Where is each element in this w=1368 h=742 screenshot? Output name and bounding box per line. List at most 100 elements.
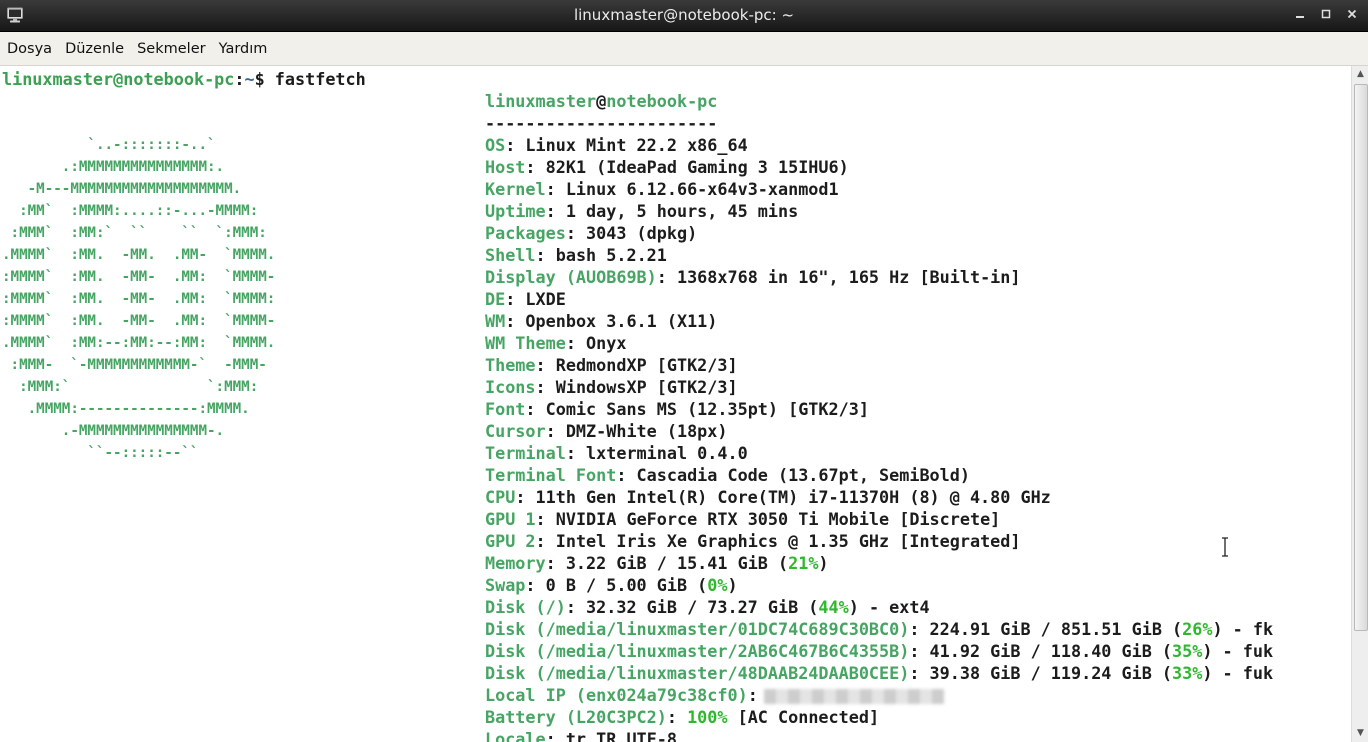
menu-yardim[interactable]: Yardım (212, 41, 274, 57)
info-header-host: notebook-pc (606, 91, 718, 111)
menu-sekmeler[interactable]: Sekmeler (130, 41, 211, 57)
scrollbar-thumb[interactable] (1354, 84, 1368, 631)
window-titlebar[interactable]: linuxmaster@notebook-pc: ~ (0, 0, 1368, 32)
info-value: : 82K1 (IdeaPad Gaming 3 15IHU6) (525, 157, 849, 177)
scroll-down-arrow-icon[interactable]: ▼ (1352, 725, 1368, 742)
info-row: Disk (/media/linuxmaster/48DAAB24DAAB0CE… (485, 662, 1273, 684)
fastfetch-info: linuxmaster@notebook-pc ----------------… (485, 90, 1273, 742)
info-row: WM: Openbox 3.6.1 (X11) (485, 310, 1273, 332)
info-value-tail: ) - fuk (1202, 641, 1274, 661)
terminal-output[interactable]: linuxmaster@notebook-pc:~$ fastfetch `..… (0, 66, 1351, 742)
info-key: Battery (L20C3PC2) (485, 707, 667, 727)
info-row: Local IP (enx024a79c38cf0): (485, 684, 1273, 706)
info-row: Theme: RedmondXP [GTK2/3] (485, 354, 1273, 376)
menu-dosya[interactable]: Dosya (0, 41, 58, 57)
info-value: : 3.22 GiB / 15.41 GiB ( (545, 553, 789, 573)
prompt-symbol: $ (254, 69, 265, 89)
info-key: GPU 2 (485, 531, 536, 551)
info-percent: 100% (687, 707, 728, 727)
prompt-user-host: linuxmaster@notebook-pc (2, 69, 235, 89)
info-value: : Intel Iris Xe Graphics @ 1.35 GHz [Int… (535, 531, 1021, 551)
info-row: GPU 2: Intel Iris Xe Graphics @ 1.35 GHz… (485, 530, 1273, 552)
info-percent: 26% (1182, 619, 1213, 639)
scroll-up-arrow-icon[interactable]: ▲ (1352, 66, 1368, 83)
info-row: Shell: bash 5.2.21 (485, 244, 1273, 266)
info-row: WM Theme: Onyx (485, 332, 1273, 354)
info-percent: 35% (1172, 641, 1203, 661)
info-value: : Comic Sans MS (12.35pt) [GTK2/3] (525, 399, 869, 419)
info-row: Host: 82K1 (IdeaPad Gaming 3 15IHU6) (485, 156, 1273, 178)
info-value: : 41.92 GiB / 118.40 GiB ( (909, 641, 1173, 661)
info-row: Terminal Font: Cascadia Code (13.67pt, S… (485, 464, 1273, 486)
info-value: : WindowsXP [GTK2/3] (535, 377, 738, 397)
info-value-tail: ) (818, 553, 829, 573)
info-key: WM Theme (485, 333, 566, 353)
info-value-tail: [AC Connected] (727, 707, 880, 727)
info-row: DE: LXDE (485, 288, 1273, 310)
info-key: WM (485, 311, 506, 331)
info-value: : bash 5.2.21 (535, 245, 667, 265)
info-row: Disk (/media/linuxmaster/01DC74C689C30BC… (485, 618, 1273, 640)
info-percent: 21% (788, 553, 819, 573)
info-key: Terminal Font (485, 465, 617, 485)
info-value-tail: ) - fuk (1202, 663, 1274, 683)
info-key: Terminal (485, 443, 566, 463)
info-value: : (666, 707, 688, 727)
info-row: Memory: 3.22 GiB / 15.41 GiB (21%) (485, 552, 1273, 574)
info-key: Local IP (enx024a79c38cf0) (485, 685, 748, 705)
info-key: Packages (485, 223, 566, 243)
info-key: Memory (485, 553, 546, 573)
info-key: OS (485, 135, 506, 155)
info-percent: 0% (707, 575, 728, 595)
prompt-path: ~ (244, 69, 255, 89)
redacted-ip-address (763, 688, 944, 704)
info-row: Uptime: 1 day, 5 hours, 45 mins (485, 200, 1273, 222)
prompt-colon: : (234, 69, 245, 89)
distro-logo-ascii: `..-:::::::-..` .:MMMMMMMMMMMMMMM:. -M--… (2, 137, 276, 461)
close-icon[interactable] (1346, 8, 1358, 20)
info-key: Locale (485, 729, 546, 742)
info-row: Terminal: lxterminal 0.4.0 (485, 442, 1273, 464)
info-value: : 1 day, 5 hours, 45 mins (545, 201, 799, 221)
minimize-icon[interactable] (1294, 8, 1306, 20)
info-key: Disk (/media/linuxmaster/01DC74C689C30BC… (485, 619, 910, 639)
menu-bar: Dosya Düzenle Sekmeler Yardım (0, 32, 1368, 66)
info-separator: ----------------------- (485, 113, 718, 133)
info-row: Display (AUOB69B): 1368x768 in 16", 165 … (485, 266, 1273, 288)
info-key: GPU 1 (485, 509, 536, 529)
info-value: : 3043 (dpkg) (565, 223, 698, 243)
info-row: Icons: WindowsXP [GTK2/3] (485, 376, 1273, 398)
info-value: : 39.38 GiB / 119.24 GiB ( (909, 663, 1173, 683)
maximize-icon[interactable] (1320, 8, 1332, 20)
menu-duzenle[interactable]: Düzenle (58, 41, 130, 57)
info-value: : 1368x768 in 16", 165 Hz [Built-in] (656, 267, 1021, 287)
info-header-at: @ (596, 91, 607, 111)
info-row: Font: Comic Sans MS (12.35pt) [GTK2/3] (485, 398, 1273, 420)
shell-prompt-line: linuxmaster@notebook-pc:~$ fastfetch (2, 68, 366, 90)
info-value: : (747, 685, 758, 705)
info-key: Host (485, 157, 526, 177)
prompt-command: fastfetch (264, 69, 366, 89)
info-header-user: linuxmaster (485, 91, 597, 111)
info-key: Disk (/media/linuxmaster/2AB6C467B6C4355… (485, 641, 910, 661)
info-key: Cursor (485, 421, 546, 441)
info-value: : DMZ-White (18px) (545, 421, 728, 441)
info-value: : Openbox 3.6.1 (X11) (505, 311, 718, 331)
info-key: Display (AUOB69B) (485, 267, 657, 287)
info-value: : tr_TR.UTF-8 (545, 729, 677, 742)
info-value: : NVIDIA GeForce RTX 3050 Ti Mobile [Dis… (535, 509, 1001, 529)
info-value: : LXDE (505, 289, 566, 309)
info-key: Icons (485, 377, 536, 397)
info-key: Disk (/) (485, 597, 566, 617)
info-key: Disk (/media/linuxmaster/48DAAB24DAAB0CE… (485, 663, 910, 683)
info-value-tail: ) - ext4 (848, 597, 930, 617)
info-row: GPU 1: NVIDIA GeForce RTX 3050 Ti Mobile… (485, 508, 1273, 530)
info-value: : Cascadia Code (13.67pt, SemiBold) (616, 465, 970, 485)
vertical-scrollbar[interactable]: ▲ ▼ (1351, 66, 1368, 742)
info-value-tail: ) (727, 575, 738, 595)
info-row: Disk (/media/linuxmaster/2AB6C467B6C4355… (485, 640, 1273, 662)
info-value: : 224.91 GiB / 851.51 GiB ( (909, 619, 1183, 639)
info-row: Battery (L20C3PC2): 100% [AC Connected] (485, 706, 1273, 728)
info-value: : Onyx (565, 333, 627, 353)
info-key: DE (485, 289, 506, 309)
